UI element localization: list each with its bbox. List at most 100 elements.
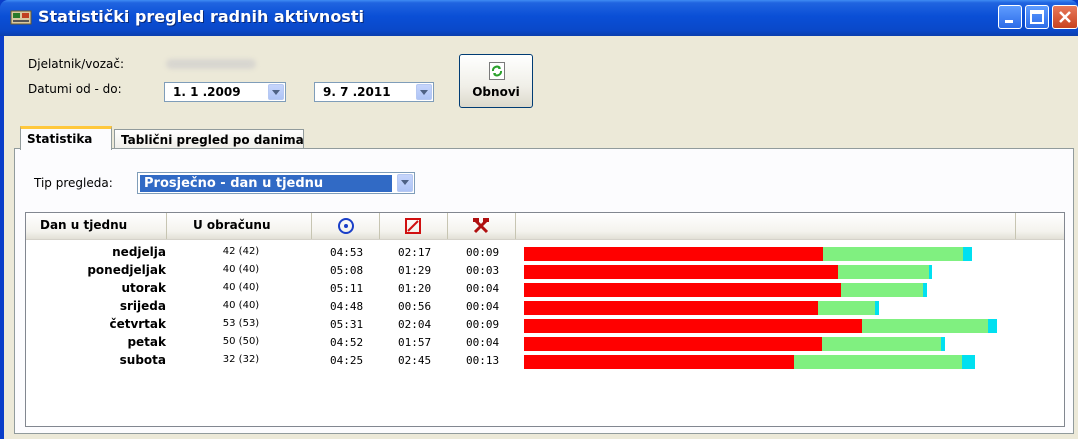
bar-driving	[524, 319, 862, 333]
driving-time-cell: 04:52	[330, 336, 364, 349]
grid-header: Dan u tjednu U obračunu	[26, 213, 1064, 240]
count-cell: 53 (53)	[222, 318, 260, 329]
rest-tools-icon	[473, 218, 489, 234]
col-header-day[interactable]: Dan u tjednu	[26, 213, 167, 239]
table-row[interactable]: ponedjeljak 40 (40) 05:08 01:29 00:03	[26, 263, 1064, 281]
client-area: Djelatnik/vozač: Datumi od - do: 1. 1 .2…	[4, 36, 1078, 439]
rest-time-cell: 00:04	[466, 336, 500, 349]
driving-time-cell: 05:11	[330, 282, 364, 295]
chevron-down-icon[interactable]	[268, 84, 284, 100]
date-to-picker[interactable]: 9. 7 .2011	[314, 82, 434, 102]
app-icon	[10, 10, 32, 25]
bar-work	[794, 355, 962, 369]
view-type-select[interactable]: Prosječno - dan u tjednu	[137, 172, 415, 194]
count-cell: 40 (40)	[222, 282, 260, 293]
window-title: Statistički pregled radnih aktivnosti	[38, 7, 364, 26]
work-time-cell: 02:45	[398, 354, 432, 367]
bar-work	[862, 319, 988, 333]
count-cell: 50 (50)	[222, 336, 260, 347]
work-time-cell: 02:04	[398, 318, 432, 331]
day-cell: petak	[127, 335, 166, 349]
bar-rest	[923, 283, 927, 297]
driving-time-cell: 04:48	[330, 300, 364, 313]
table-row[interactable]: nedjelja 42 (42) 04:53 02:17 00:09	[26, 245, 1064, 263]
rest-time-cell: 00:04	[466, 300, 500, 313]
maximize-icon	[1030, 10, 1044, 24]
refresh-icon	[489, 62, 505, 80]
bar-work	[823, 247, 963, 261]
bar-work	[818, 301, 875, 315]
bar-driving	[524, 301, 818, 315]
work-box-icon	[405, 218, 421, 234]
bar-work	[838, 265, 929, 279]
bar-rest	[962, 355, 975, 369]
work-time-cell: 02:17	[398, 246, 432, 259]
close-button[interactable]	[1052, 5, 1078, 29]
bar-driving	[524, 247, 823, 261]
dates-label: Datumi od - do:	[28, 82, 122, 96]
col-header-driving[interactable]	[312, 213, 380, 239]
employee-name-redacted	[166, 59, 256, 69]
bar-driving	[524, 337, 822, 351]
chevron-down-icon[interactable]	[416, 84, 432, 100]
day-cell: nedjelja	[112, 245, 166, 259]
driving-time-cell: 05:31	[330, 318, 364, 331]
table-row[interactable]: srijeda 40 (40) 04:48 00:56 00:04	[26, 299, 1064, 317]
maximize-button[interactable]	[1025, 5, 1049, 29]
refresh-button[interactable]: Obnovi	[459, 54, 533, 108]
bar-work	[841, 283, 923, 297]
bar-rest	[875, 301, 879, 315]
date-from-picker[interactable]: 1. 1 .2009	[164, 82, 286, 102]
stats-grid[interactable]: Dan u tjednu U obračunu nedjelja 42 (42) 0…	[25, 212, 1065, 427]
work-time-cell: 01:57	[398, 336, 432, 349]
col-header-rest[interactable]	[448, 213, 516, 239]
view-type-selected: Prosječno - dan u tjednu	[140, 175, 392, 192]
date-from-value: 1. 1 .2009	[173, 85, 241, 99]
driving-time-cell: 04:25	[330, 354, 364, 367]
date-to-value: 9. 7 .2011	[323, 85, 391, 99]
minimize-icon	[1005, 20, 1013, 23]
chevron-down-icon[interactable]	[397, 174, 413, 192]
driving-time-cell: 05:08	[330, 264, 364, 277]
rest-time-cell: 00:13	[466, 354, 500, 367]
table-row[interactable]: subota 32 (32) 04:25 02:45 00:13	[26, 353, 1064, 371]
work-time-cell: 00:56	[398, 300, 432, 313]
day-cell: četvrtak	[109, 317, 166, 331]
day-cell: srijeda	[119, 299, 166, 313]
bar-rest	[929, 265, 932, 279]
bar-rest	[963, 247, 972, 261]
work-time-cell: 01:20	[398, 282, 432, 295]
employee-label: Djelatnik/vozač:	[28, 57, 125, 71]
refresh-label: Obnovi	[472, 85, 520, 99]
driving-time-cell: 04:53	[330, 246, 364, 259]
title-bar[interactable]: Statistički pregled radnih aktivnosti	[0, 0, 1078, 36]
count-cell: 40 (40)	[222, 264, 260, 275]
minimize-button[interactable]	[998, 5, 1022, 29]
rest-time-cell: 00:03	[466, 264, 500, 277]
count-cell: 32 (32)	[222, 354, 260, 365]
app-window: Statistički pregled radnih aktivnosti Dj…	[0, 0, 1078, 439]
view-type-label: Tip pregleda:	[34, 176, 113, 190]
col-header-chart[interactable]	[516, 213, 1016, 239]
work-time-cell: 01:29	[398, 264, 432, 277]
tab-statistika[interactable]: Statistika	[20, 126, 112, 150]
table-row[interactable]: petak 50 (50) 04:52 01:57 00:04	[26, 335, 1064, 353]
bar-driving	[524, 355, 794, 369]
rest-time-cell: 00:09	[466, 318, 500, 331]
table-row[interactable]: utorak 40 (40) 05:11 01:20 00:04	[26, 281, 1064, 299]
close-icon	[1059, 11, 1071, 23]
bar-driving	[524, 265, 838, 279]
count-cell: 42 (42)	[222, 246, 260, 257]
rest-time-cell: 00:09	[466, 246, 500, 259]
rest-time-cell: 00:04	[466, 282, 500, 295]
bar-work	[822, 337, 941, 351]
bar-driving	[524, 283, 841, 297]
col-header-work[interactable]	[380, 213, 448, 239]
col-header-count[interactable]: U obračunu	[167, 213, 312, 239]
count-cell: 40 (40)	[222, 300, 260, 311]
driving-circle-icon	[338, 218, 354, 234]
table-row[interactable]: četvrtak 53 (53) 05:31 02:04 00:09	[26, 317, 1064, 335]
day-cell: ponedjeljak	[87, 263, 166, 277]
day-cell: utorak	[121, 281, 166, 295]
day-cell: subota	[119, 353, 166, 367]
